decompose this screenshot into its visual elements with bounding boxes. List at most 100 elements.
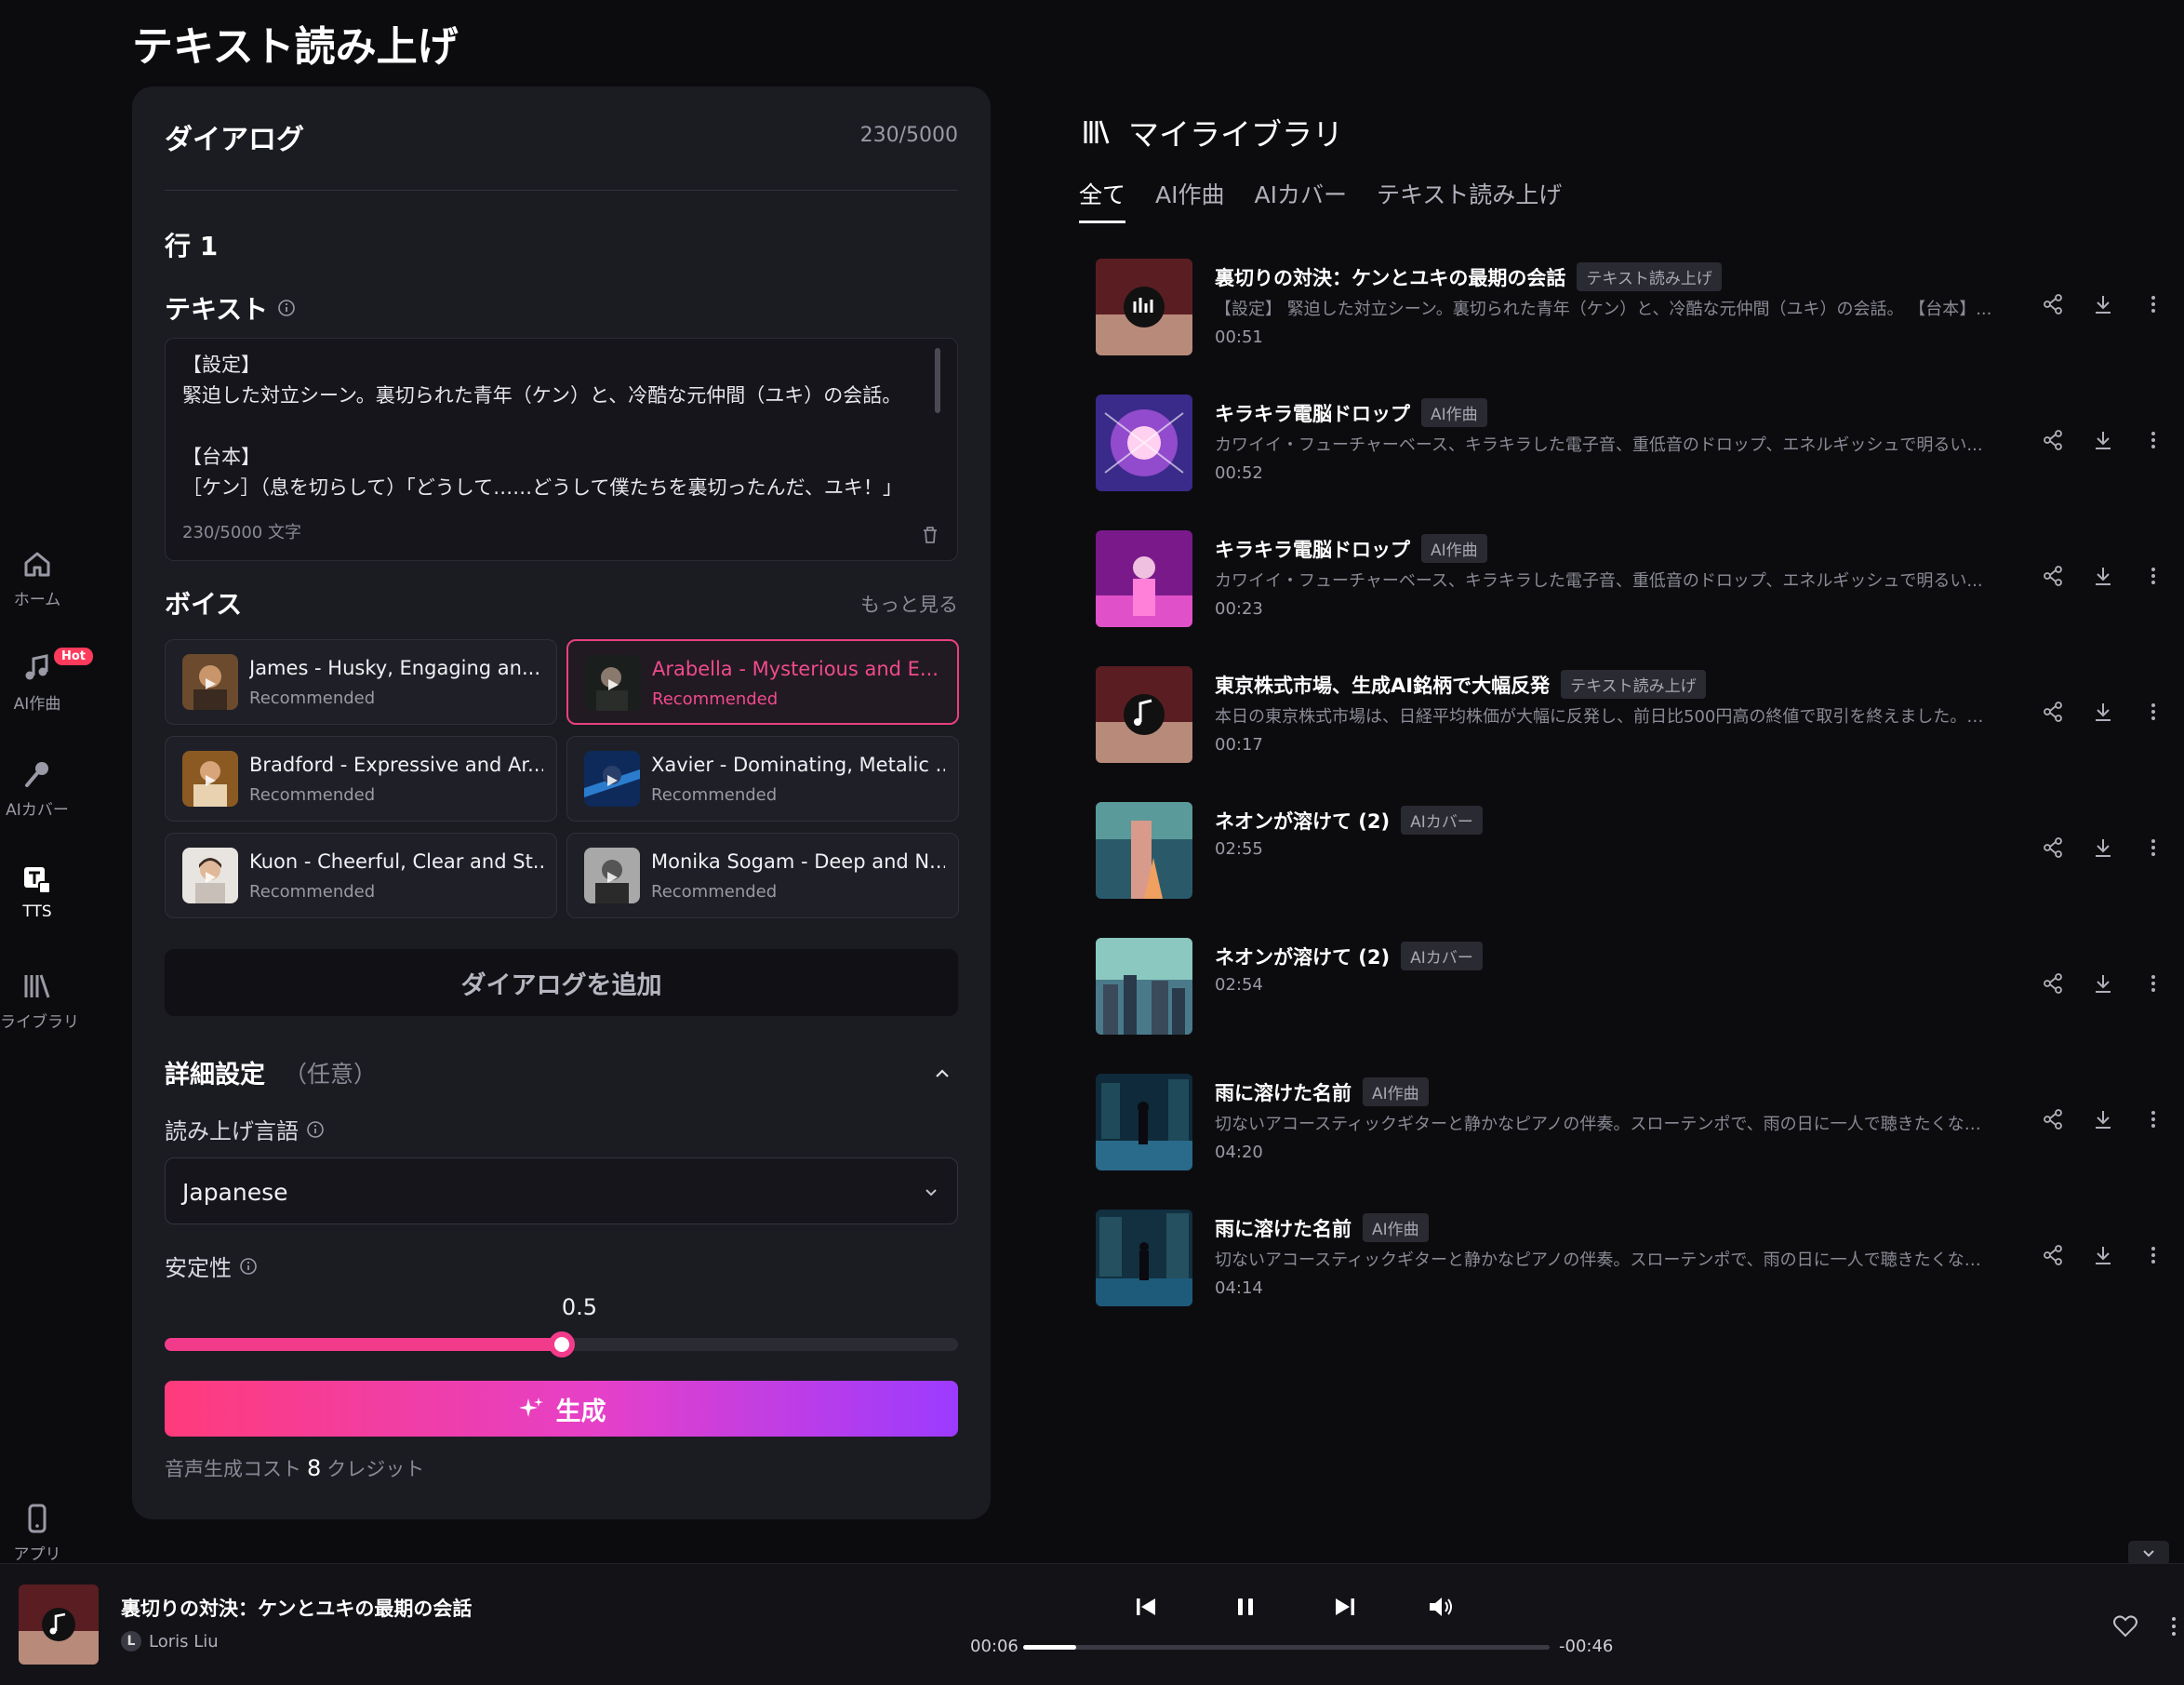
track-actions <box>2041 1107 2165 1131</box>
download-icon[interactable] <box>2091 971 2115 996</box>
voice-more-link[interactable]: もっと見る <box>860 590 958 618</box>
voice-avatar <box>584 848 640 903</box>
stability-value: 0.5 <box>561 1294 598 1320</box>
player-bar: 裏切りの対決：ケンとユキの最期の会話 L Loris Liu 00:06 -00… <box>0 1563 2184 1685</box>
track-tag: AI作曲 <box>1421 534 1487 563</box>
tab-tts[interactable]: テキスト読み上げ <box>1377 177 1562 223</box>
chevron-down-icon <box>926 1189 937 1197</box>
add-dialog-button[interactable]: ダイアログを追加 <box>165 949 958 1016</box>
sidebar-item-ai-cover[interactable]: AIカバー <box>0 757 74 820</box>
download-icon[interactable] <box>2091 1107 2115 1131</box>
download-icon[interactable] <box>2091 700 2115 724</box>
track-title: ネオンが溶けて (2) <box>1215 809 1391 833</box>
advanced-settings-toggle[interactable]: 詳細設定 （任意） <box>165 1054 958 1095</box>
info-icon[interactable] <box>277 299 296 317</box>
library-track[interactable]: ネオンが溶けて (2) AIカバー 02:55 <box>1096 802 2165 904</box>
more-icon[interactable] <box>2141 564 2165 588</box>
share-icon[interactable] <box>2041 836 2065 860</box>
language-label: 読み上げ言語 <box>165 1113 325 1145</box>
text-scrollbar[interactable] <box>935 348 940 413</box>
tab-ai-compose[interactable]: AI作曲 <box>1155 177 1224 223</box>
tab-all[interactable]: 全て <box>1079 177 1126 223</box>
more-icon[interactable] <box>2141 700 2165 724</box>
cost-amount: 8 <box>307 1455 322 1481</box>
stability-slider[interactable] <box>165 1331 958 1357</box>
download-icon[interactable] <box>2091 836 2115 860</box>
pause-button[interactable] <box>1231 1592 1260 1622</box>
download-icon[interactable] <box>2091 428 2115 452</box>
voice-avatar <box>182 848 238 903</box>
language-value: Japanese <box>182 1179 288 1206</box>
stability-slider-handle[interactable] <box>548 1331 575 1357</box>
dialog-text-area[interactable]: 【設定】 緊迫した対立シーン。裏切られた青年（ケン）と、冷酷な元仲間（ユキ）の会… <box>165 338 958 561</box>
player-title[interactable]: 裏切りの対決：ケンとユキの最期の会話 <box>121 1594 472 1622</box>
library-track[interactable]: ネオンが溶けて (2) AIカバー 02:54 <box>1096 938 2165 1040</box>
download-icon[interactable] <box>2091 292 2115 316</box>
track-desc: 本日の東京株式市場は、日経平均株価が大幅に反発し、前日比500円高の終値で取引を… <box>1215 707 1996 727</box>
voice-card[interactable]: James - Husky, Engaging an... Recommende… <box>165 639 557 725</box>
more-icon[interactable] <box>2141 428 2165 452</box>
voice-card-selected[interactable]: Arabella - Mysterious and E... Recommend… <box>566 639 959 725</box>
sidebar-item-home[interactable]: ホーム <box>0 547 74 609</box>
next-button[interactable] <box>1330 1592 1360 1622</box>
voice-card[interactable]: Xavier - Dominating, Metalic ... Recomme… <box>566 736 959 822</box>
library-track[interactable]: 東京株式市場、生成AI銘柄で大幅反発 テキスト読み上げ 本日の東京株式市場は、日… <box>1096 666 2165 769</box>
voice-header: ボイス もっと見る <box>165 584 958 622</box>
track-actions <box>2041 292 2165 316</box>
share-icon[interactable] <box>2041 1107 2065 1131</box>
track-actions <box>2041 836 2165 860</box>
sidebar-item-library[interactable]: ライブラリ <box>0 970 79 1032</box>
share-icon[interactable] <box>2041 564 2065 588</box>
more-icon[interactable] <box>2141 1107 2165 1131</box>
more-icon[interactable] <box>2141 971 2165 996</box>
tab-ai-cover[interactable]: AIカバー <box>1255 177 1347 223</box>
share-icon[interactable] <box>2041 971 2065 996</box>
info-icon[interactable] <box>239 1257 258 1276</box>
volume-button[interactable] <box>1425 1592 1455 1622</box>
download-icon[interactable] <box>2091 1243 2115 1267</box>
share-icon[interactable] <box>2041 1243 2065 1267</box>
library-track[interactable]: 雨に溶けた名前 AI作曲 切ないアコースティックギターと静かなピアノの伴奏。スロ… <box>1096 1210 2165 1312</box>
player-collapse-button[interactable] <box>2128 1541 2169 1565</box>
trash-icon[interactable] <box>918 523 942 547</box>
more-icon[interactable] <box>2167 1612 2180 1640</box>
voice-card[interactable]: Bradford - Expressive and Ar... Recommen… <box>165 736 557 822</box>
track-actions <box>2041 564 2165 588</box>
voice-card[interactable]: Kuon - Cheerful, Clear and St... Recomme… <box>165 833 557 918</box>
player-artist[interactable]: L Loris Liu <box>121 1631 219 1652</box>
track-desc: 切ないアコースティックギターと静かなピアノの伴奏。スローテンポで、雨の日に一人で… <box>1215 1115 1996 1134</box>
page-title: テキスト読み上げ <box>132 23 459 71</box>
more-icon[interactable] <box>2141 292 2165 316</box>
track-cover <box>1096 666 1192 763</box>
info-icon[interactable] <box>306 1120 325 1139</box>
library-track[interactable]: 裏切りの対決：ケンとユキの最期の会話 テキスト読み上げ 【設定】 緊迫した対立シ… <box>1096 259 2165 361</box>
sidebar-item-ai-compose[interactable]: Hot AI作曲 <box>0 648 94 714</box>
library-track[interactable]: キラキラ電脳ドロップ AI作曲 カワイイ・フューチャーベース、キラキラした電子音… <box>1096 395 2165 497</box>
voice-card[interactable]: Monika Sogam - Deep and N... Recommended <box>566 833 959 918</box>
download-icon[interactable] <box>2091 564 2115 588</box>
share-icon[interactable] <box>2041 700 2065 724</box>
track-title: 裏切りの対決：ケンとユキの最期の会話 <box>1215 266 1566 289</box>
sidebar-item-label: ホーム <box>13 591 61 609</box>
voice-label-text: ボイス <box>165 589 243 620</box>
share-icon[interactable] <box>2041 428 2065 452</box>
voice-avatar <box>182 654 238 710</box>
share-icon[interactable] <box>2041 292 2065 316</box>
progress-bar[interactable] <box>1023 1645 1550 1650</box>
more-icon[interactable] <box>2141 836 2165 860</box>
track-tag: AI作曲 <box>1421 398 1487 427</box>
text-line: 【台本】 <box>182 446 260 468</box>
voice-sub: Recommended <box>249 882 376 902</box>
previous-button[interactable] <box>1131 1592 1161 1622</box>
heart-icon[interactable] <box>2111 1612 2139 1640</box>
track-desc: 切ないアコースティックギターと静かなピアノの伴奏。スローテンポで、雨の日に一人で… <box>1215 1250 1996 1270</box>
library-track[interactable]: 雨に溶けた名前 AI作曲 切ないアコースティックギターと静かなピアノの伴奏。スロ… <box>1096 1074 2165 1176</box>
language-select[interactable]: Japanese <box>165 1157 958 1224</box>
more-icon[interactable] <box>2141 1243 2165 1267</box>
generate-button[interactable]: 生成 <box>165 1381 958 1437</box>
sidebar-item-app[interactable]: アプリ <box>0 1502 74 1564</box>
voice-name: Kuon - Cheerful, Clear and St... <box>249 850 543 873</box>
sidebar-item-tts[interactable]: TTS <box>0 863 74 921</box>
stability-label-text: 安定性 <box>165 1255 232 1281</box>
library-track[interactable]: キラキラ電脳ドロップ AI作曲 カワイイ・フューチャーベース、キラキラした電子音… <box>1096 530 2165 633</box>
